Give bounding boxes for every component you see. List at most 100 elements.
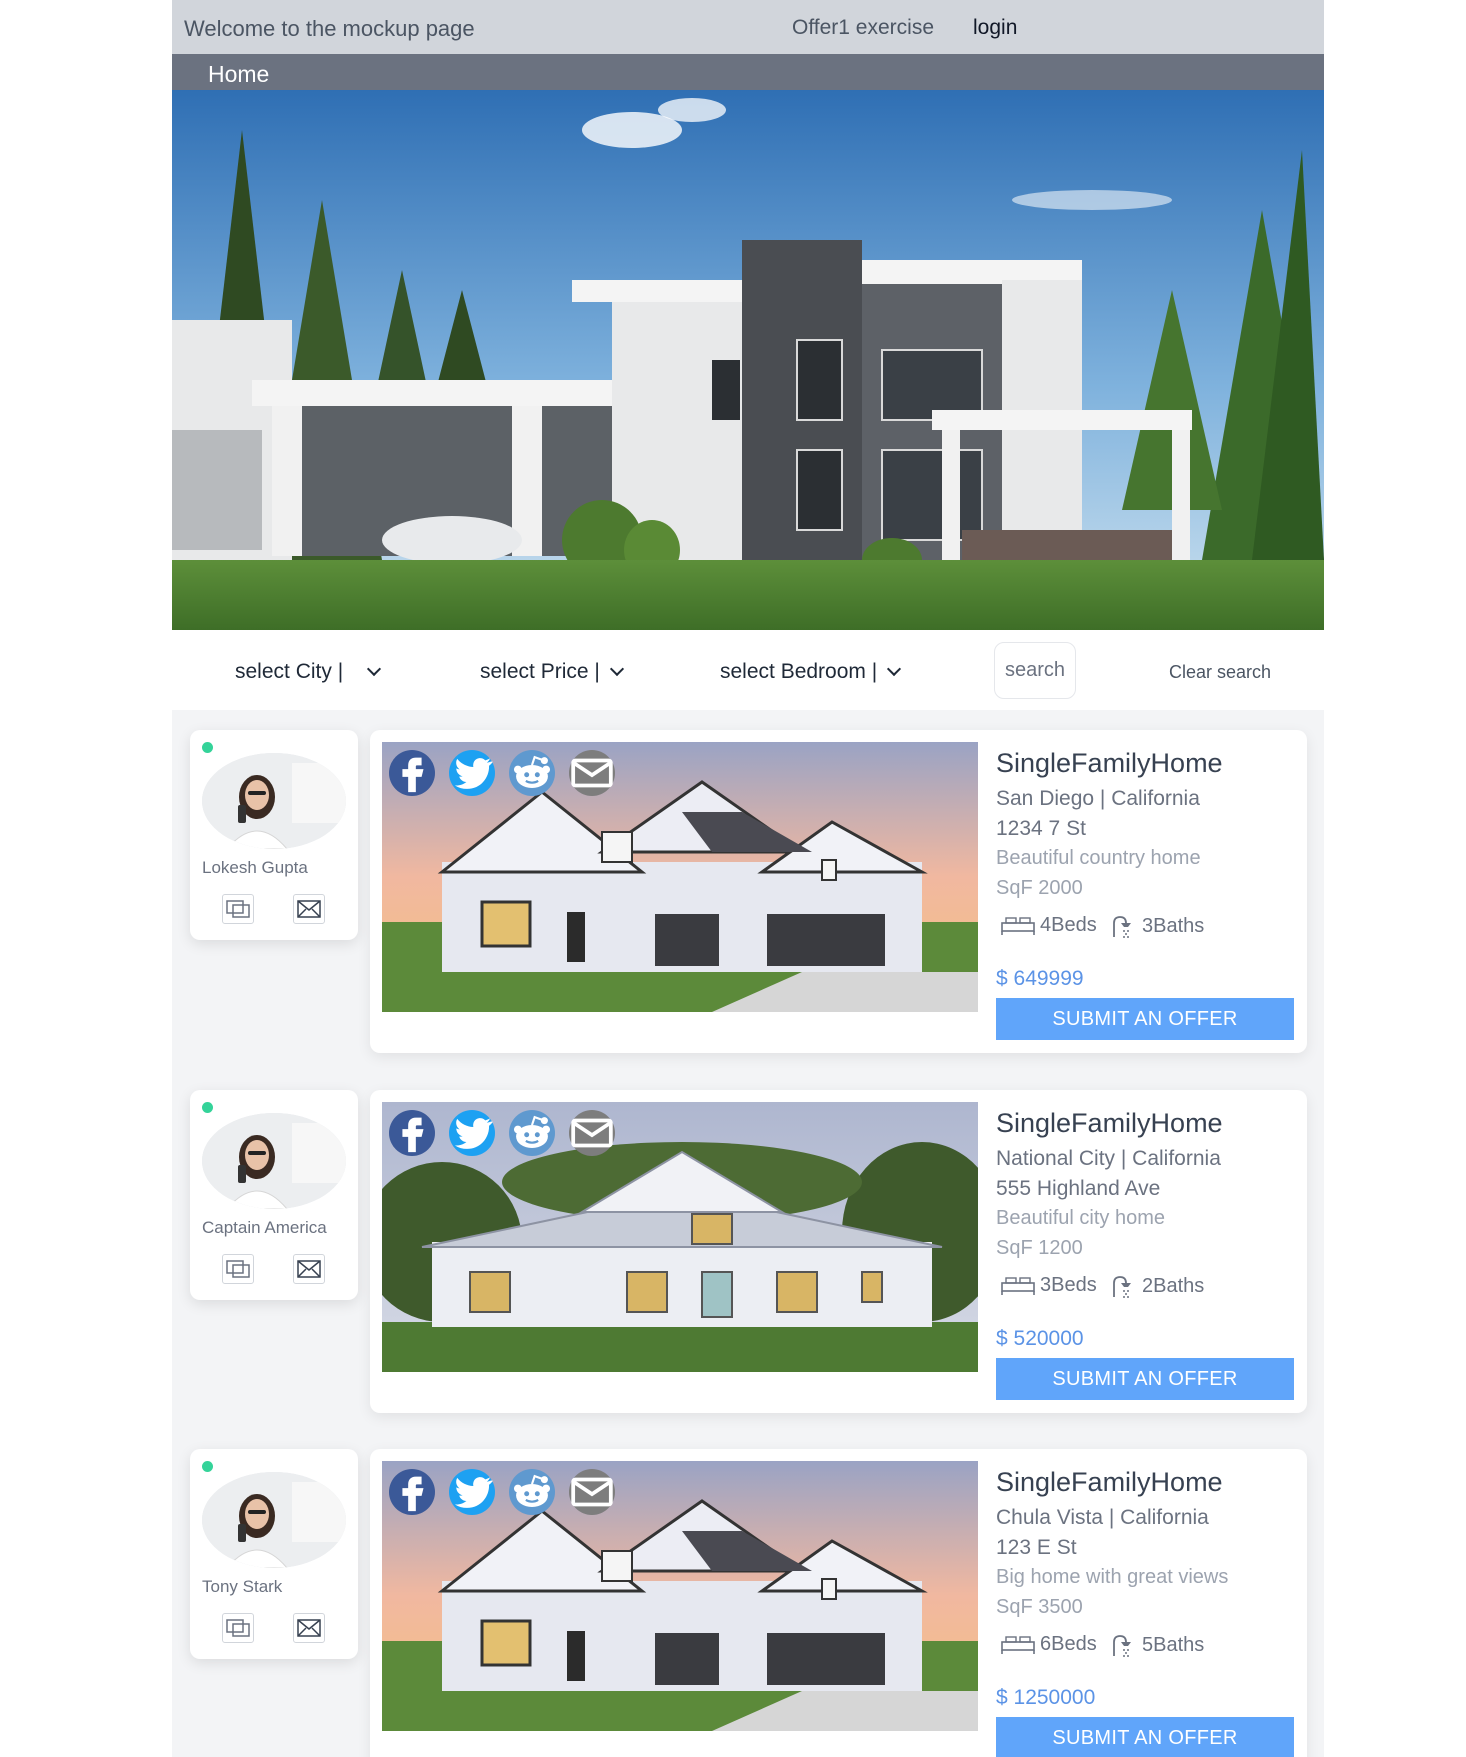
top-bar: Welcome to the mockup page Offer1 exerci… [172,0,1324,54]
reddit-share-button[interactable] [509,1469,555,1515]
nav-bar: Home [172,54,1324,90]
email-share-button[interactable] [569,1110,615,1156]
property-location: San Diego | California [996,787,1200,810]
page-container: Welcome to the mockup page Offer1 exerci… [172,0,1324,1757]
reddit-share-button[interactable] [509,750,555,796]
beds-count: 6Beds [1040,1632,1097,1655]
email-icon [571,1118,613,1148]
twitter-share-button[interactable] [449,1110,495,1156]
facebook-share-button[interactable] [389,750,435,796]
beds-feature: 4Beds [1000,913,1097,937]
shower-icon [1113,916,1131,938]
hero-image [172,90,1324,630]
baths-feature: 5Baths [1110,1632,1204,1658]
reddit-icon [513,755,551,789]
beds-count: 3Beds [1040,1273,1097,1296]
chat-icon [226,900,250,918]
beds-count: 4Beds [1040,913,1097,936]
property-type: SingleFamilyHome [996,1467,1223,1497]
agent-card: Captain America [190,1090,358,1300]
property-price: $ 1250000 [996,1686,1096,1709]
facebook-icon [402,1476,424,1512]
property-sqf: SqF 2000 [996,877,1083,899]
twitter-share-button[interactable] [449,750,495,796]
baths-feature: 3Baths [1110,913,1204,939]
reddit-icon [513,1115,551,1149]
chevron-down-icon [887,661,902,677]
submit-offer-button[interactable]: SUBMIT AN OFFER [996,998,1294,1040]
clear-search-button[interactable]: Clear search [1169,662,1271,683]
facebook-icon [402,1117,424,1153]
submit-offer-button[interactable]: SUBMIT AN OFFER [996,1358,1294,1400]
mail-icon [297,900,321,918]
facebook-share-button[interactable] [389,1110,435,1156]
bed-icon [1001,1636,1035,1654]
listing-photo[interactable] [382,1102,978,1372]
chat-icon [226,1260,250,1278]
property-description: Big home with great views [996,1566,1229,1588]
property-sqf: SqF 1200 [996,1237,1083,1259]
property-type: SingleFamilyHome [996,748,1223,778]
baths-feature: 2Baths [1110,1273,1204,1299]
shower-icon [1113,1635,1131,1657]
bedroom-select[interactable]: select Bedroom | [720,660,902,684]
search-filters: select City | select Price | select Bedr… [172,630,1324,710]
baths-count: 5Baths [1142,1633,1205,1656]
baths-count: 2Baths [1142,1274,1205,1297]
price-select-label: select Price | [480,660,600,683]
price-select[interactable]: select Price | [480,660,624,684]
twitter-share-button[interactable] [449,1469,495,1515]
agent-avatar [202,1113,346,1209]
chat-icon [226,1619,250,1637]
twitter-icon [454,1477,493,1508]
listing-photo[interactable] [382,1461,978,1731]
property-street: 123 E St [996,1536,1077,1559]
mail-agent-button[interactable] [293,1254,325,1284]
listing-list: Lokesh Gupta SingleFamilyHome San Diego … [172,710,1324,1757]
login-link[interactable]: login [973,16,1017,40]
chevron-down-icon [609,661,624,677]
property-location: Chula Vista | California [996,1506,1209,1529]
bed-icon [1001,917,1035,935]
facebook-icon [402,757,424,793]
online-status-dot [202,742,213,753]
chat-agent-button[interactable] [222,894,254,924]
agent-card: Tony Stark [190,1449,358,1659]
search-input-placeholder: search [1004,659,1066,681]
twitter-icon [454,1118,493,1149]
property-street: 555 Highland Ave [996,1177,1161,1200]
mail-agent-button[interactable] [293,894,325,924]
search-input[interactable]: search [994,642,1076,699]
property-street: 1234 7 St [996,817,1086,840]
home-link[interactable]: Home [208,61,269,88]
city-select[interactable]: select City | [235,660,382,684]
property-description: Beautiful country home [996,847,1201,869]
listing-card: SingleFamilyHome San Diego | California … [370,730,1307,1053]
facebook-share-button[interactable] [389,1469,435,1515]
mail-agent-button[interactable] [293,1613,325,1643]
property-type: SingleFamilyHome [996,1108,1223,1138]
email-icon [571,1477,613,1507]
agent-card: Lokesh Gupta [190,730,358,940]
email-share-button[interactable] [569,750,615,796]
property-price: $ 520000 [996,1327,1084,1350]
chat-agent-button[interactable] [222,1254,254,1284]
listing-photo[interactable] [382,742,978,1012]
twitter-icon [454,758,493,789]
agent-name: Tony Stark [202,1577,283,1596]
property-price: $ 649999 [996,967,1084,990]
mail-icon [297,1260,321,1278]
submit-offer-button[interactable]: SUBMIT AN OFFER [996,1717,1294,1757]
beds-feature: 3Beds [1000,1273,1097,1297]
bedroom-select-label: select Bedroom | [720,660,878,683]
online-status-dot [202,1461,213,1472]
email-share-button[interactable] [569,1469,615,1515]
chat-agent-button[interactable] [222,1613,254,1643]
agent-name: Lokesh Gupta [202,858,308,877]
bed-icon [1001,1277,1035,1295]
agent-avatar [202,1472,346,1568]
property-sqf: SqF 3500 [996,1596,1083,1618]
baths-count: 3Baths [1142,914,1205,937]
reddit-share-button[interactable] [509,1110,555,1156]
offer-exercise-link[interactable]: Offer1 exercise [792,16,934,40]
